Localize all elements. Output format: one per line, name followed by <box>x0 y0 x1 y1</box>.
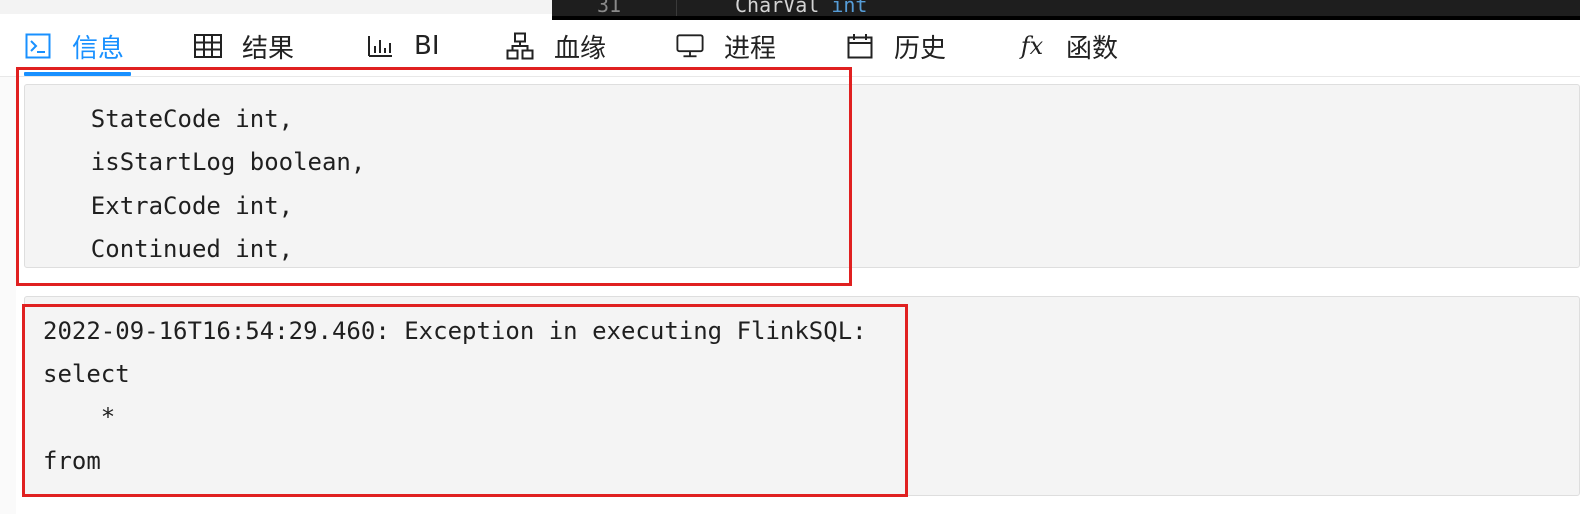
log-line: isStartLog boolean, <box>33 148 366 176</box>
code-type: int <box>831 0 868 17</box>
log-line: StateCode int, <box>33 105 294 133</box>
active-tab-indicator <box>24 72 131 76</box>
tab-bi[interactable]: BI <box>366 26 440 66</box>
top-left-strip <box>0 0 552 14</box>
log-line-exception: 2022-09-16T16:54:29.460: Exception in ex… <box>43 317 867 345</box>
tab-lineage[interactable]: 血缘 <box>506 26 606 66</box>
function-fx-icon: fx <box>1018 32 1046 60</box>
editor-code-line: CharVal int <box>735 0 867 17</box>
lineage-tree-icon <box>506 32 534 60</box>
table-grid-icon <box>194 32 222 60</box>
editor-line-number: 31 <box>597 0 622 17</box>
log-line: * <box>43 403 116 431</box>
log-panel-exception: 2022-09-16T16:54:29.460: Exception in ex… <box>24 296 1580 496</box>
log-line: from <box>43 447 101 475</box>
code-identifier: CharVal <box>735 0 820 17</box>
result-tab-bar: 信息 结果 BI 血缘 进程 历史 fx 函数 <box>0 20 1580 77</box>
editor-remnant: 31 CharVal int <box>552 0 1580 20</box>
log-line: Continued int, <box>33 235 294 263</box>
calendar-icon <box>846 32 874 60</box>
tab-process-label: 进程 <box>724 33 777 64</box>
bar-chart-icon <box>366 32 394 60</box>
tab-info-label: 信息 <box>72 33 125 64</box>
monitor-icon <box>676 32 704 60</box>
tab-results-label: 结果 <box>242 33 295 64</box>
tab-history-label: 历史 <box>894 33 947 64</box>
tab-lineage-label: 血缘 <box>554 33 607 64</box>
log-panel-schema: StateCode int, isStartLog boolean, Extra… <box>24 84 1580 268</box>
fx-glyph: fx <box>1020 32 1044 60</box>
tab-functions[interactable]: fx 函数 <box>1018 26 1118 66</box>
tab-info[interactable]: 信息 <box>24 26 124 66</box>
tab-results[interactable]: 结果 <box>194 26 294 66</box>
tab-bi-label: BI <box>414 31 440 61</box>
log-line: select <box>43 360 130 388</box>
log-line: ExtraCode int, <box>33 192 294 220</box>
tab-process[interactable]: 进程 <box>676 26 776 66</box>
left-gutter <box>0 77 16 514</box>
tab-functions-label: 函数 <box>1066 33 1119 64</box>
terminal-icon <box>24 32 52 60</box>
tab-history[interactable]: 历史 <box>846 26 946 66</box>
